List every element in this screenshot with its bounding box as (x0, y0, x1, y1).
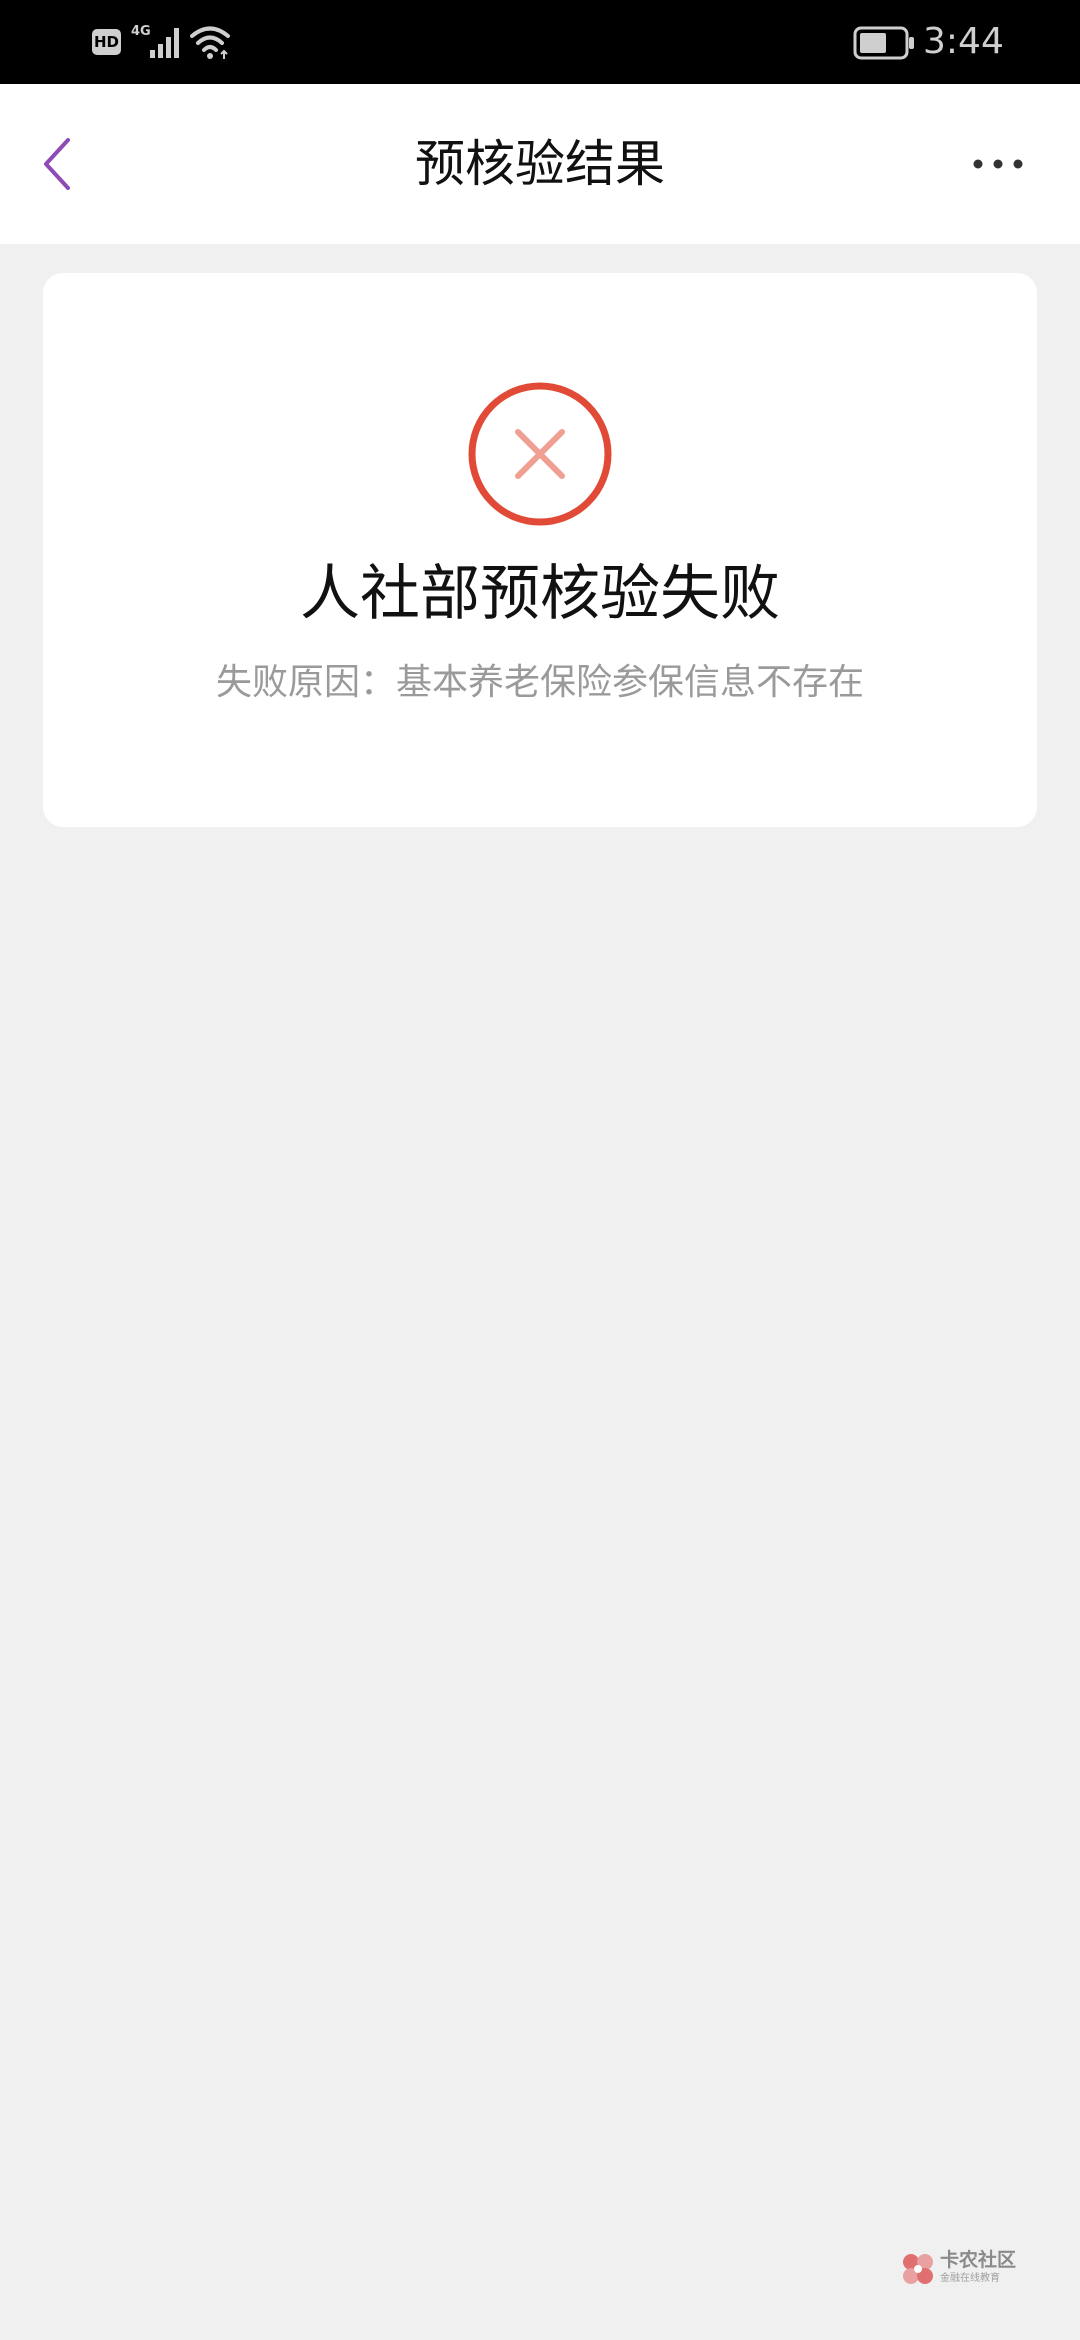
more-dots-icon (973, 159, 1023, 169)
nav-header: 预核验结果 (0, 84, 1080, 244)
signal-icon (150, 28, 179, 58)
battery-icon (853, 26, 914, 60)
wifi-icon (190, 26, 230, 59)
page-title: 预核验结果 (415, 135, 665, 193)
status-bar: HD 4G 3:44 (0, 0, 1080, 84)
hd-icon: HD (92, 29, 121, 55)
watermark: 卡农社区 金融在线教育 (900, 2248, 1030, 2292)
watermark-subtitle: 金融在线教育 (940, 2273, 1000, 2284)
result-card: 人社部预核验失败 失败原因：基本养老保险参保信息不存在 (43, 273, 1037, 827)
kanong-logo-icon (903, 2254, 933, 2284)
error-x-icon (468, 382, 612, 526)
result-title: 人社部预核验失败 (300, 559, 780, 629)
more-button[interactable] (960, 144, 1040, 184)
watermark-title: 卡农社区 (940, 2249, 1017, 2271)
failure-reason: 失败原因：基本养老保险参保信息不存在 (215, 662, 864, 703)
chevron-left-icon (44, 138, 70, 190)
back-button[interactable] (30, 124, 90, 204)
clock-time: 3:44 (923, 21, 1004, 62)
